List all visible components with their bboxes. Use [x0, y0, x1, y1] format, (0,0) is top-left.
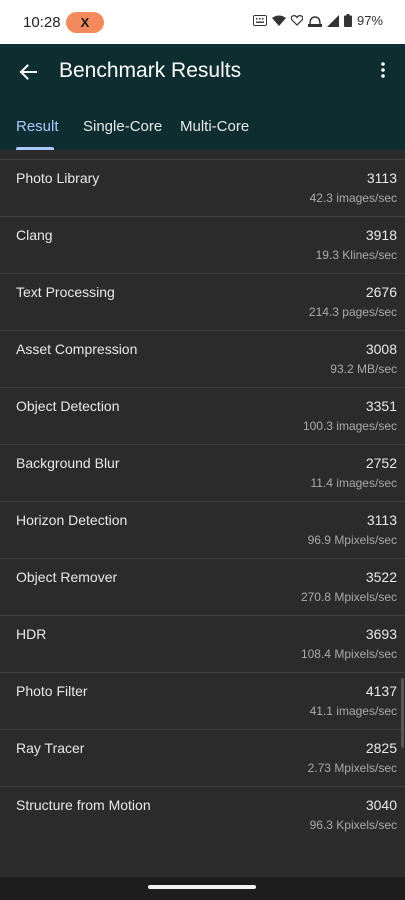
benchmark-score: 2825: [365, 740, 397, 756]
benchmark-score: 3040: [365, 797, 397, 813]
signal-icon: [326, 14, 339, 27]
bottom-spacer: [0, 840, 405, 877]
back-arrow-icon: [19, 63, 37, 86]
hotspot-icon: [307, 15, 322, 27]
benchmark-score: 3918: [365, 227, 397, 243]
benchmark-rate: 19.3 Klines/sec: [315, 248, 397, 262]
list-item[interactable]: Horizon Detection 3113 96.9 Mpixels/sec: [0, 502, 405, 559]
benchmark-rate: 214.3 pages/sec: [308, 305, 397, 319]
home-indicator[interactable]: [148, 885, 256, 889]
tab-bar: Result Single-Core Multi-Core: [0, 106, 405, 150]
benchmark-rate: 270.8 Mpixels/sec: [300, 590, 397, 604]
benchmark-rate: 41.1 images/sec: [309, 704, 397, 718]
app-bar: Benchmark Results Result Single-Core Mul…: [0, 44, 405, 150]
status-bar: 10:28 X 97%: [0, 0, 405, 44]
back-button[interactable]: [12, 58, 44, 90]
page-title: Benchmark Results: [59, 59, 242, 82]
list-item[interactable]: Asset Compression 3008 93.2 MB/sec: [0, 331, 405, 388]
list-item[interactable]: Clang 3918 19.3 Klines/sec: [0, 217, 405, 274]
benchmark-rate: 2.73 Mpixels/sec: [307, 761, 397, 775]
benchmark-name: Asset Compression: [16, 341, 138, 357]
keyboard-icon: [252, 15, 267, 26]
list-item[interactable]: Background Blur 2752 11.4 images/sec: [0, 445, 405, 502]
list-item[interactable]: Object Remover 3522 270.8 Mpixels/sec: [0, 559, 405, 616]
benchmark-name: Clang: [16, 227, 53, 243]
benchmark-rate: 11.4 images/sec: [310, 476, 398, 490]
benchmark-rate: 42.3 images/sec: [309, 191, 397, 205]
benchmark-score: 3693: [365, 626, 397, 642]
benchmark-rate: 100.3 images/sec: [302, 419, 397, 433]
navigation-bar: [0, 877, 405, 900]
benchmark-rate: 108.4 Mpixels/sec: [300, 647, 397, 661]
list-item[interactable]: Ray Tracer 2825 2.73 Mpixels/sec: [0, 730, 405, 787]
notification-pill[interactable]: X: [66, 12, 104, 33]
list-item[interactable]: Text Processing 2676 214.3 pages/sec: [0, 274, 405, 331]
wifi-icon: [271, 15, 286, 26]
list-item[interactable]: Photo Filter 4137 41.1 images/sec: [0, 673, 405, 730]
status-icons: 97%: [252, 13, 383, 28]
benchmark-name: Object Detection: [16, 398, 120, 414]
benchmark-score: 3351: [365, 398, 397, 414]
benchmark-score: 3113: [366, 170, 397, 186]
status-time: 10:28: [23, 14, 61, 31]
benchmark-score: 3522: [365, 569, 397, 585]
benchmark-score: 2752: [365, 455, 397, 471]
battery-icon: [343, 14, 352, 27]
benchmark-score: 4137: [365, 683, 397, 699]
benchmark-score: 2676: [365, 284, 397, 300]
list-item[interactable]: Object Detection 3351 100.3 images/sec: [0, 388, 405, 445]
list-item[interactable]: Structure from Motion 3040 96.3 Kpixels/…: [0, 787, 405, 840]
benchmark-rate: 93.2 MB/sec: [330, 362, 397, 376]
tab-multi-core[interactable]: Multi-Core: [180, 118, 249, 135]
benchmark-score: 3113: [366, 512, 397, 528]
benchmark-name: Structure from Motion: [16, 797, 151, 813]
benchmark-rate: 96.3 Kpixels/sec: [309, 818, 397, 832]
benchmark-name: Photo Filter: [16, 683, 88, 699]
benchmark-name: Text Processing: [16, 284, 115, 300]
benchmark-rate: 96.9 Mpixels/sec: [307, 533, 397, 547]
tab-result[interactable]: Result: [16, 118, 59, 135]
benchmark-name: Object Remover: [16, 569, 118, 585]
list-item[interactable]: Photo Library 3113 42.3 images/sec: [0, 160, 405, 217]
overflow-menu-icon: [381, 61, 385, 83]
battery-percent: 97%: [356, 13, 383, 28]
benchmark-name: Background Blur: [16, 455, 120, 471]
results-list[interactable]: Photo Library 3113 42.3 images/sec Clang…: [0, 150, 405, 840]
benchmark-score: 3008: [365, 341, 397, 357]
scrollbar[interactable]: [401, 678, 404, 748]
tab-single-core[interactable]: Single-Core: [83, 118, 162, 135]
benchmark-name: Photo Library: [16, 170, 100, 186]
benchmark-name: HDR: [16, 626, 47, 642]
benchmark-name: Horizon Detection: [16, 512, 128, 528]
benchmark-name: Ray Tracer: [16, 740, 85, 756]
overflow-menu-button[interactable]: [371, 58, 395, 86]
heart-icon: [290, 15, 303, 26]
list-item[interactable]: HDR 3693 108.4 Mpixels/sec: [0, 616, 405, 673]
